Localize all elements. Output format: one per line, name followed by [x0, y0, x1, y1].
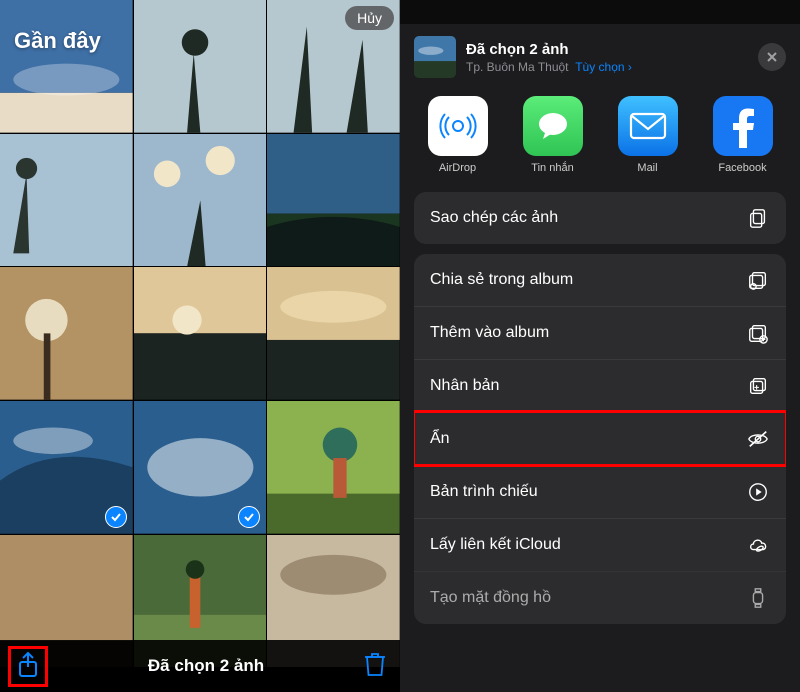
options-link[interactable]: Tùy chọn ›	[575, 60, 632, 74]
selection-check-icon	[105, 506, 127, 528]
photo-thumb[interactable]	[267, 401, 400, 534]
action-group: Chia sẻ trong album Thêm vào album Nhân …	[414, 254, 786, 624]
share-sheet: Đã chọn 2 ảnh Tp. Buôn Ma Thuột Tùy chọn…	[400, 0, 800, 692]
action-share-album[interactable]: Chia sẻ trong album	[414, 254, 786, 306]
app-airdrop[interactable]: AirDrop	[419, 96, 497, 174]
bottom-toolbar: Đã chọn 2 ảnh	[0, 640, 400, 692]
action-label: Chia sẻ trong album	[430, 271, 573, 289]
sheet-title: Đã chọn 2 ảnh	[466, 41, 748, 58]
app-messages[interactable]: Tin nhắn	[514, 96, 592, 174]
album-title: Gần đây	[14, 28, 101, 54]
photo-thumb[interactable]	[134, 0, 267, 133]
photo-thumb[interactable]	[134, 134, 267, 267]
cancel-button[interactable]: Hủy	[345, 6, 394, 30]
photos-select-screen: Gần đây Hủy Đã chọn 2 ảnh	[0, 0, 400, 692]
action-label: Ẩn	[430, 430, 450, 448]
duplicate-icon	[746, 374, 770, 398]
photo-thumb-selected[interactable]	[134, 401, 267, 534]
header-thumbnail	[414, 36, 456, 78]
photo-thumb[interactable]	[267, 134, 400, 267]
add-album-icon	[746, 321, 770, 345]
action-copy-photos[interactable]: Sao chép các ảnh	[414, 192, 786, 244]
shared-album-icon	[746, 268, 770, 292]
action-label: Tạo mặt đồng hồ	[430, 589, 551, 607]
action-list: Sao chép các ảnh Chia sẻ trong album Thê…	[400, 192, 800, 624]
selection-check-icon	[238, 506, 260, 528]
photo-thumb[interactable]	[0, 134, 133, 267]
action-group: Sao chép các ảnh	[414, 192, 786, 244]
action-label: Sao chép các ảnh	[430, 209, 558, 227]
close-button[interactable]	[758, 43, 786, 71]
hide-icon	[746, 427, 770, 451]
app-mail[interactable]: Mail	[609, 96, 687, 174]
action-label: Bản trình chiếu	[430, 483, 538, 501]
delete-button[interactable]	[364, 651, 386, 682]
location-text: Tp. Buôn Ma Thuột	[466, 60, 569, 74]
action-label: Thêm vào album	[430, 324, 549, 342]
app-facebook[interactable]: Facebook	[704, 96, 782, 174]
selection-count: Đã chọn 2 ảnh	[148, 656, 264, 676]
action-label: Lấy liên kết iCloud	[430, 536, 561, 554]
app-label: Tin nhắn	[531, 162, 573, 174]
photo-thumb[interactable]	[267, 267, 400, 400]
share-apps-row: AirDrop Tin nhắn Mail Facebook	[400, 96, 800, 192]
photo-thumb[interactable]	[0, 267, 133, 400]
action-label: Nhân bản	[430, 377, 499, 395]
app-label: Facebook	[718, 162, 766, 174]
app-label: AirDrop	[439, 162, 476, 174]
photo-thumb[interactable]	[134, 267, 267, 400]
play-icon	[746, 480, 770, 504]
action-slideshow[interactable]: Bản trình chiếu	[414, 465, 786, 518]
action-watch-face[interactable]: Tạo mặt đồng hồ	[414, 571, 786, 624]
photo-thumb[interactable]	[0, 0, 133, 133]
sheet-subtitle: Tp. Buôn Ma Thuột Tùy chọn ›	[466, 60, 748, 74]
photo-thumb-selected[interactable]	[0, 401, 133, 534]
header-text: Đã chọn 2 ảnh Tp. Buôn Ma Thuột Tùy chọn…	[466, 41, 748, 74]
icloud-link-icon	[746, 533, 770, 557]
action-hide[interactable]: Ẩn	[414, 412, 786, 465]
action-icloud-link[interactable]: Lấy liên kết iCloud	[414, 518, 786, 571]
action-duplicate[interactable]: Nhân bản	[414, 359, 786, 412]
share-button[interactable]	[8, 646, 48, 687]
copy-icon	[746, 206, 770, 230]
photo-grid	[0, 0, 400, 667]
watch-icon	[746, 586, 770, 610]
share-sheet-panel: Đã chọn 2 ảnh Tp. Buôn Ma Thuột Tùy chọn…	[400, 24, 800, 692]
app-label: Mail	[637, 162, 657, 174]
sheet-header: Đã chọn 2 ảnh Tp. Buôn Ma Thuột Tùy chọn…	[400, 24, 800, 96]
sheet-backdrop	[400, 0, 800, 24]
action-add-album[interactable]: Thêm vào album	[414, 306, 786, 359]
